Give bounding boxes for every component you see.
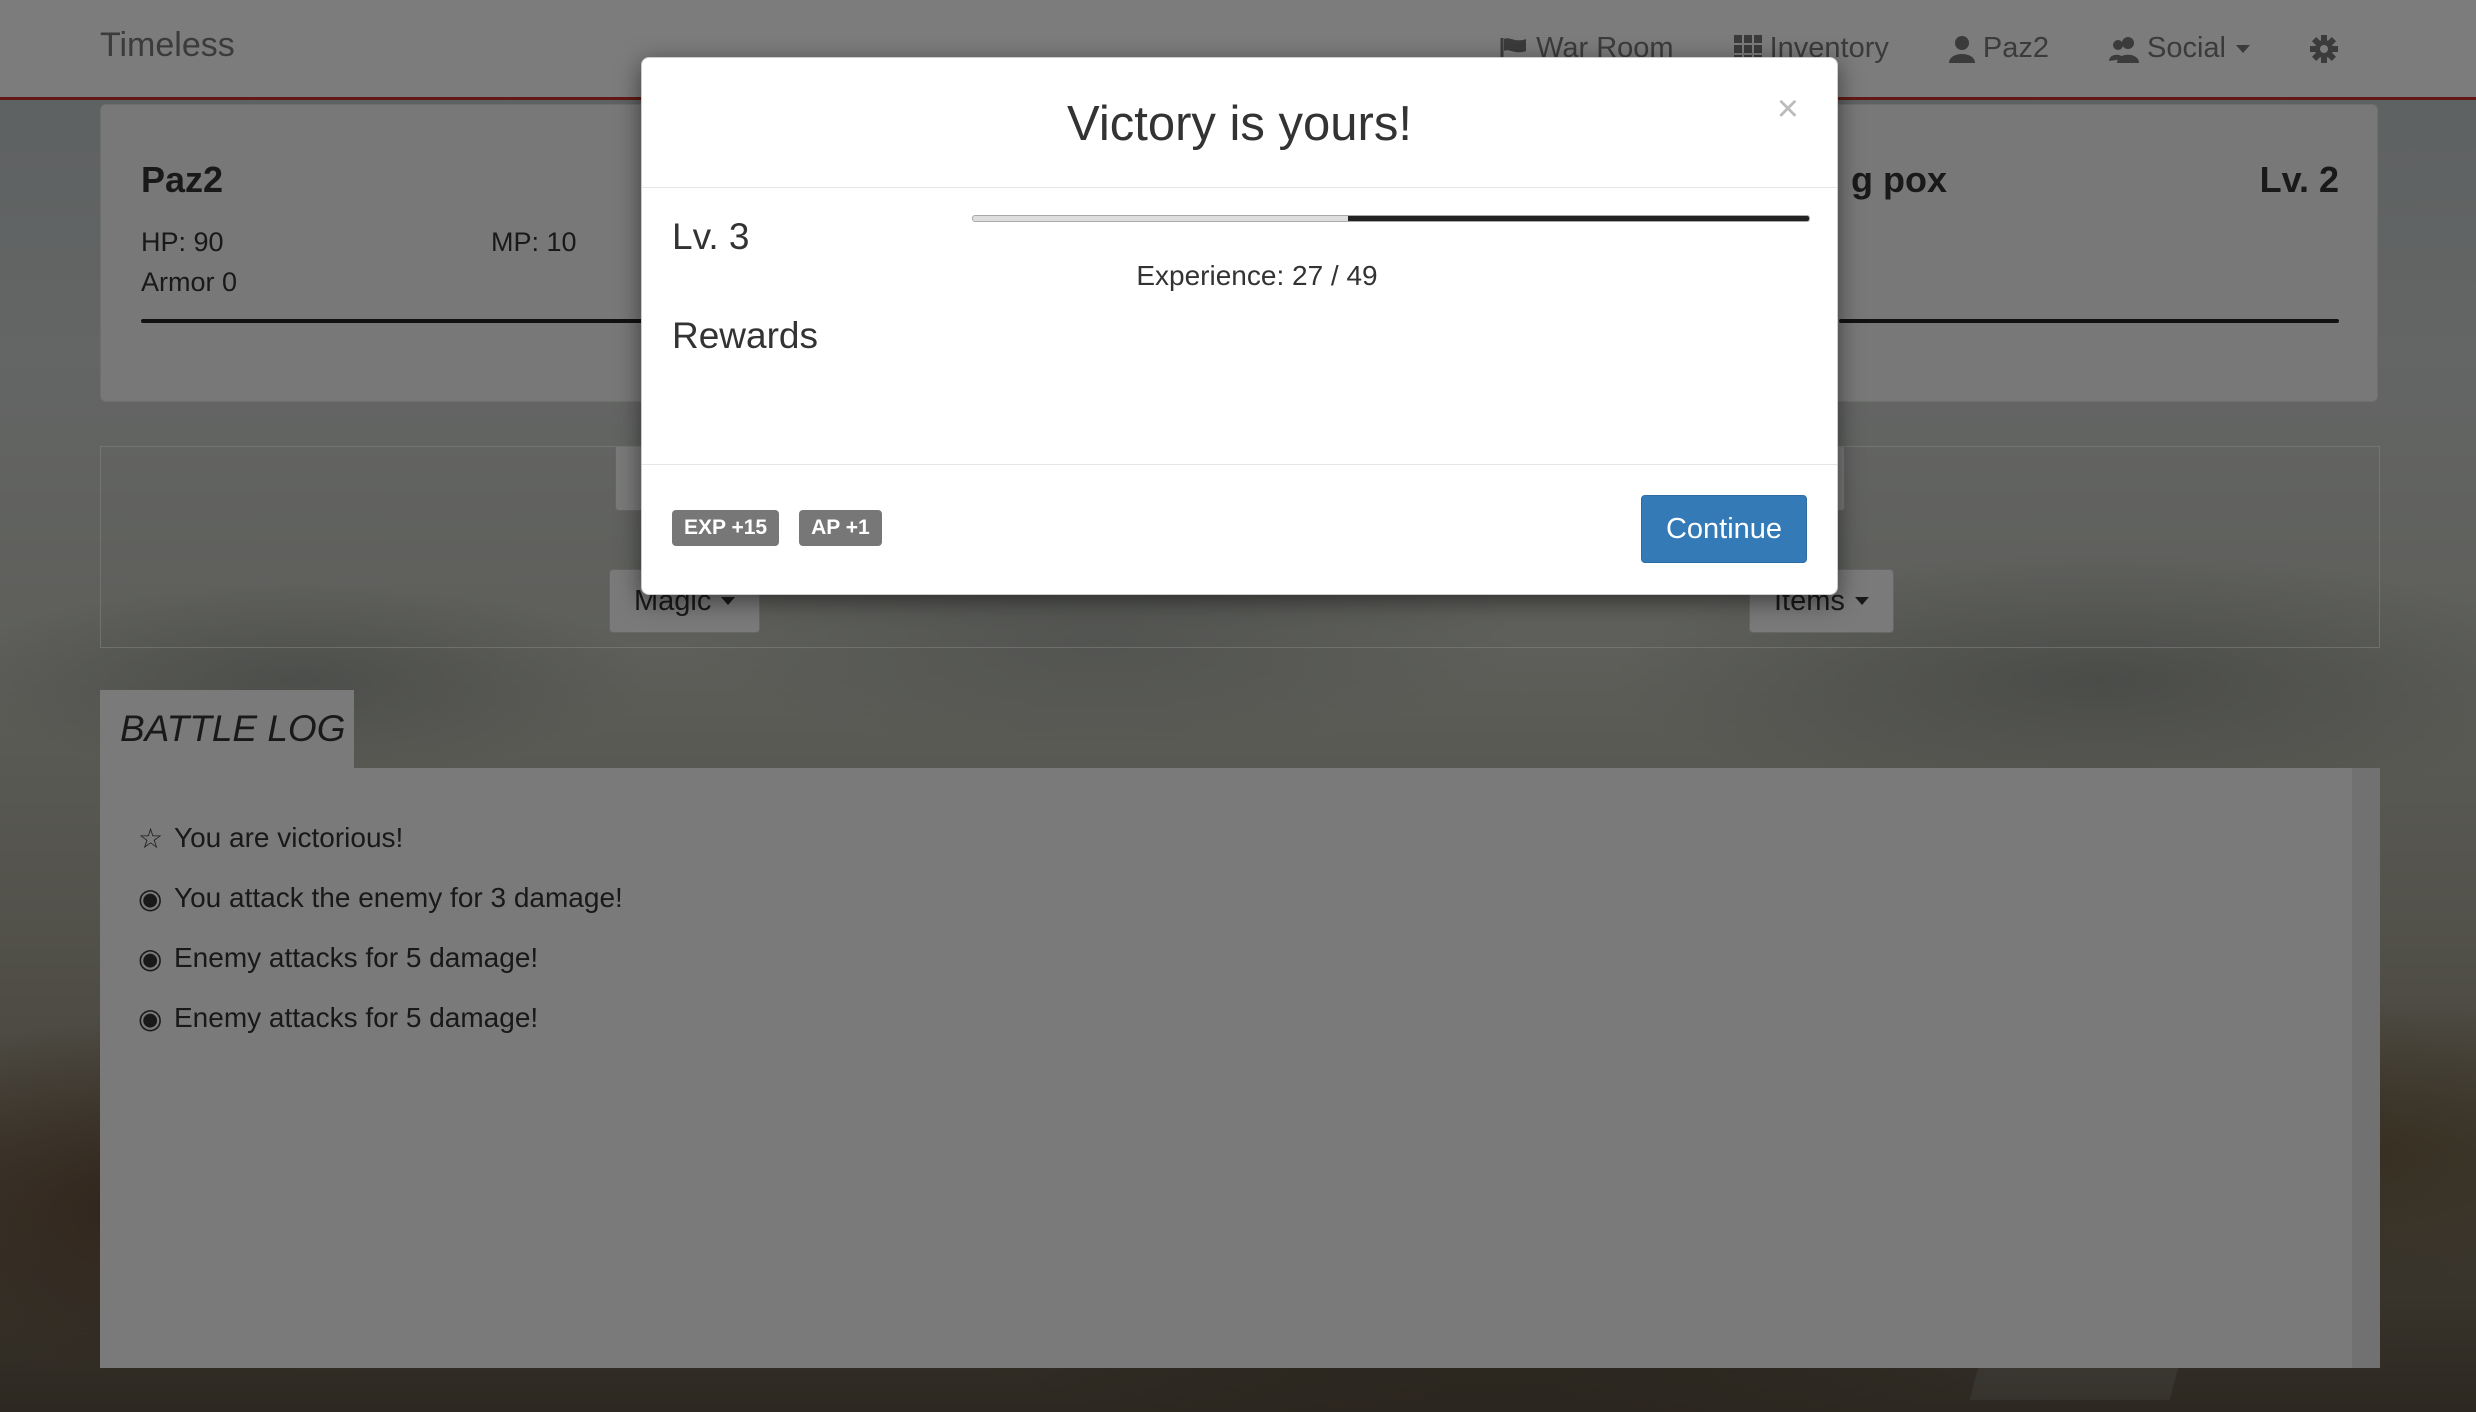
experience-bar-fill bbox=[1348, 216, 1809, 221]
continue-button[interactable]: Continue bbox=[1641, 495, 1807, 563]
modal-body: Lv. 3 Experience: 27 / 49 Rewards EXP +1… bbox=[642, 188, 1837, 546]
victory-modal: Victory is yours! × Lv. 3 Experience: 27… bbox=[641, 57, 1838, 595]
modal-footer: Continue bbox=[642, 465, 1837, 595]
experience-text: Experience: 27 / 49 bbox=[1136, 260, 1378, 291]
rewards-title: Rewards bbox=[672, 315, 818, 356]
experience-bar bbox=[972, 215, 1810, 222]
close-icon[interactable]: × bbox=[1777, 88, 1799, 131]
modal-header: Victory is yours! × bbox=[642, 58, 1837, 188]
modal-title: Victory is yours! bbox=[1067, 97, 1412, 151]
level-label: Lv. 3 bbox=[672, 216, 750, 257]
